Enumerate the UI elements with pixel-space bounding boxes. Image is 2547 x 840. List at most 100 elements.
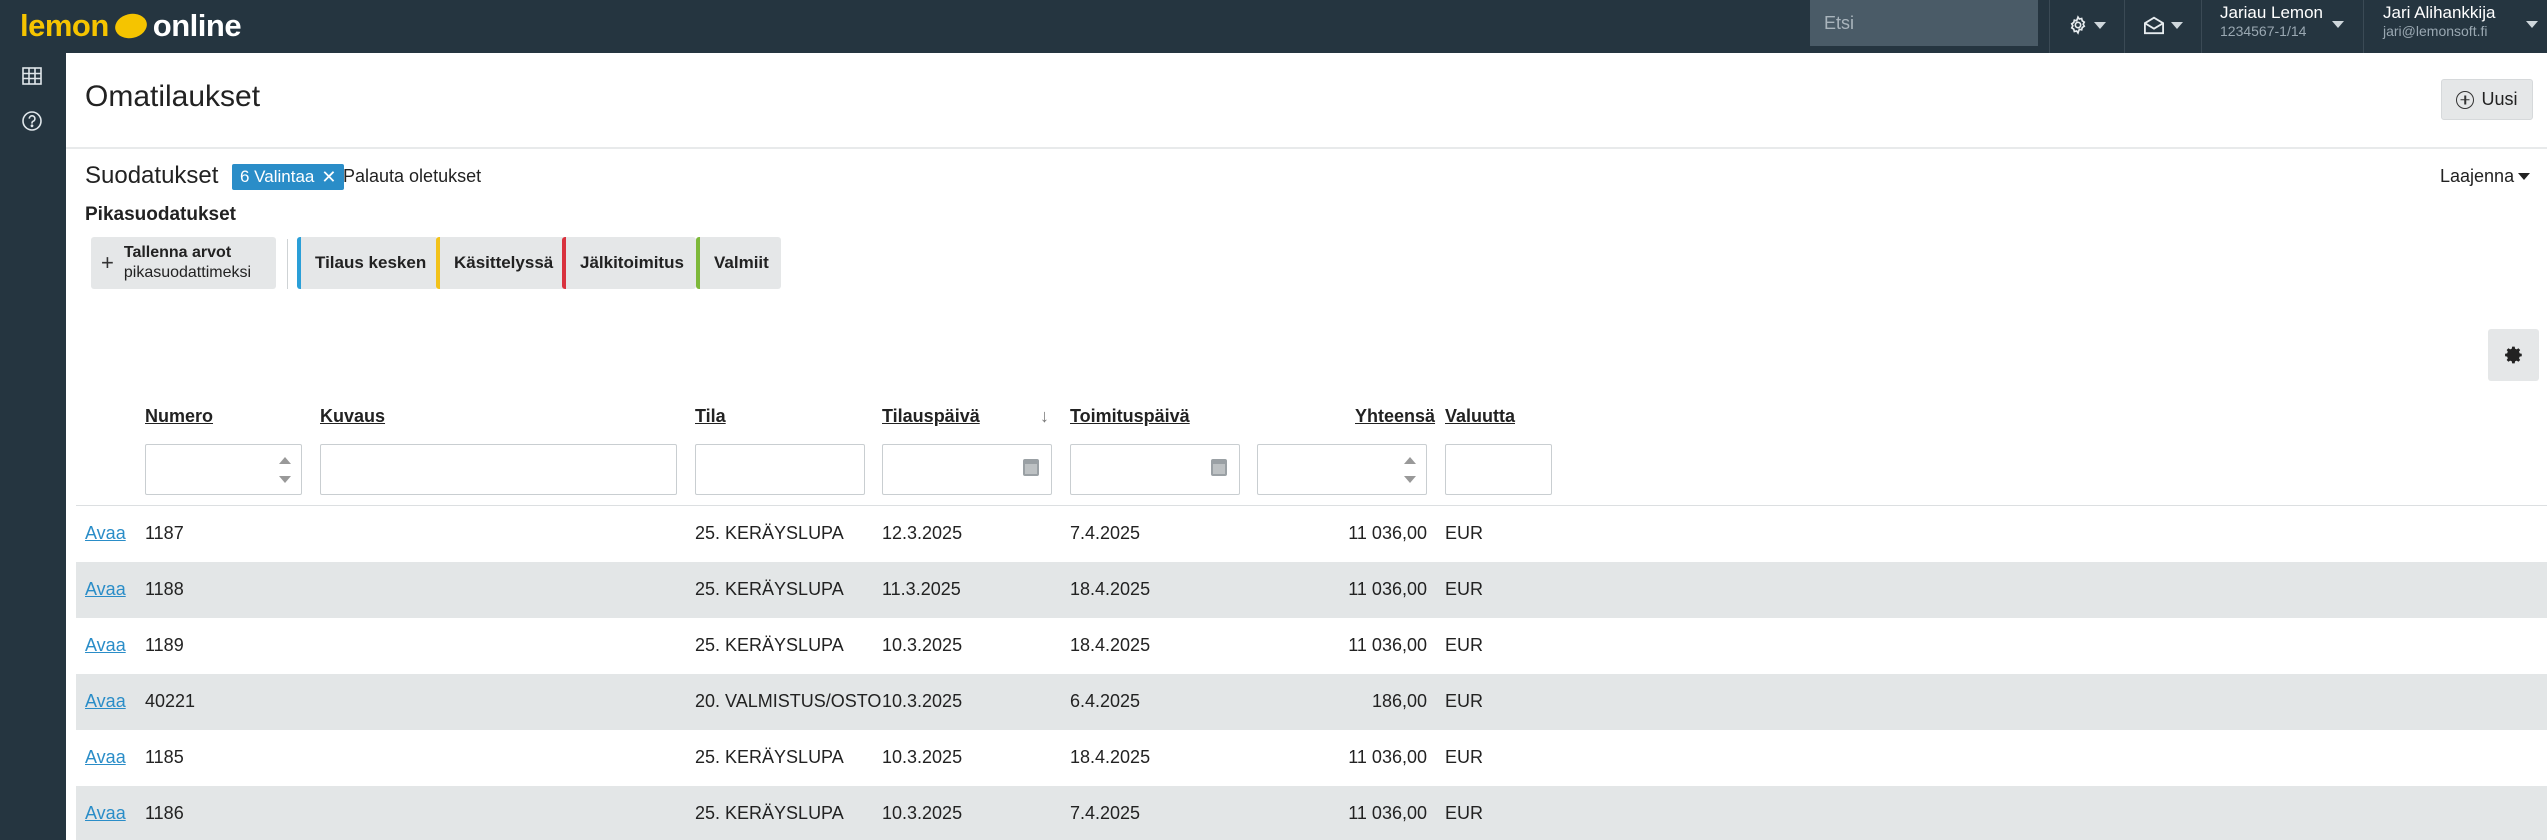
new-order-label: Uusi — [2481, 89, 2518, 109]
cell-tilauspaiva: 10.3.2025 — [882, 691, 963, 711]
save-quick-filter-button[interactable]: + Tallenna arvot pikasuodattimeksi — [91, 237, 276, 289]
top-bar: lemon online Jariau Lemon 1234567-1/14 J… — [0, 0, 2547, 53]
open-order-link[interactable]: Avaa — [85, 635, 126, 656]
envelope-icon — [2144, 16, 2164, 35]
cell-tilauspaiva: 12.3.2025 — [882, 523, 963, 543]
quick-filter-tilaus-kesken[interactable]: Tilaus kesken — [297, 237, 439, 289]
kuvaus-filter-input[interactable] — [320, 444, 677, 495]
open-order-link[interactable]: Avaa — [85, 803, 126, 824]
messages-menu-button[interactable] — [2143, 10, 2183, 40]
quick-filter-label: Valmiit — [714, 253, 769, 272]
cell-numero: 1189 — [145, 635, 184, 655]
topbar-divider — [2124, 0, 2125, 53]
number-stepper-icon[interactable] — [279, 455, 291, 485]
table-row: Avaa 1188 25. KERÄYSLUPA 11.3.2025 18.4.… — [76, 562, 2547, 618]
open-order-link[interactable]: Avaa — [85, 747, 126, 768]
page-title: Omatilaukset — [85, 80, 261, 113]
table-row: Avaa 1185 25. KERÄYSLUPA 10.3.2025 18.4.… — [76, 730, 2547, 786]
calendar-icon[interactable] — [1023, 459, 1039, 476]
table-settings-button[interactable] — [2488, 329, 2539, 381]
cell-tilauspaiva: 10.3.2025 — [882, 747, 963, 767]
company-switcher[interactable]: Jariau Lemon 1234567-1/14 — [2220, 2, 2323, 40]
cell-yhteensa: 11 036,00 — [1348, 635, 1427, 655]
cell-valuutta: EUR — [1445, 523, 1484, 543]
column-header-toimituspaiva[interactable]: Toimituspäivä — [1070, 406, 1190, 427]
cell-toimituspaiva: 18.4.2025 — [1070, 579, 1151, 599]
cell-toimituspaiva: 6.4.2025 — [1070, 691, 1141, 711]
chevron-down-icon[interactable] — [2332, 21, 2344, 28]
active-filters-count: 6 Valintaa — [240, 167, 315, 186]
close-icon[interactable]: ✕ — [321, 167, 336, 188]
cell-numero: 1187 — [145, 523, 184, 543]
valuutta-filter-input[interactable] — [1445, 444, 1552, 495]
gear-icon — [2504, 346, 2522, 364]
cell-yhteensa: 186,00 — [1371, 691, 1427, 711]
cell-valuutta: EUR — [1445, 635, 1484, 655]
cell-valuutta: EUR — [1445, 803, 1484, 823]
cell-valuutta: EUR — [1445, 691, 1484, 711]
cell-tila: 25. KERÄYSLUPA — [695, 635, 844, 655]
expand-filters-button[interactable]: Laajenna — [2440, 166, 2531, 187]
numero-filter-input[interactable] — [145, 444, 302, 495]
company-name: Jariau Lemon — [2220, 3, 2324, 22]
topbar-divider — [2363, 0, 2364, 53]
table-row: Avaa 1187 25. KERÄYSLUPA 12.3.2025 7.4.2… — [76, 506, 2547, 562]
column-header-yhteensa[interactable]: Yhteensä — [1355, 406, 1435, 427]
save-quick-filter-line2: pikasuodattimeksi — [123, 264, 252, 281]
cell-tilauspaiva: 10.3.2025 — [882, 803, 963, 823]
topbar-divider — [2049, 0, 2050, 53]
help-icon[interactable] — [21, 110, 43, 132]
chevron-down-icon[interactable] — [2526, 21, 2538, 28]
company-id: 1234567-1/14 — [2220, 23, 2307, 39]
cell-toimituspaiva: 7.4.2025 — [1070, 523, 1141, 543]
user-email: jari@lemonsoft.fi — [2383, 23, 2488, 39]
quick-filter-label: Tilaus kesken — [315, 253, 427, 272]
cell-toimituspaiva: 7.4.2025 — [1070, 803, 1141, 823]
plus-icon: + — [101, 250, 114, 275]
quick-filter-jalkitoimitus[interactable]: Jälkitoimitus — [562, 237, 696, 289]
reset-filters-link[interactable]: Palauta oletukset — [343, 166, 481, 187]
table-row: Avaa 40221 20. VALMISTUS/OSTO 10.3.2025 … — [76, 674, 2547, 730]
cell-tila: 25. KERÄYSLUPA — [695, 579, 844, 599]
lemon-logo-icon — [112, 10, 149, 42]
cell-yhteensa: 11 036,00 — [1348, 579, 1427, 599]
search-input[interactable] — [1810, 0, 2038, 46]
gear-icon — [2070, 15, 2086, 35]
quick-filter-kasittelyssa[interactable]: Käsittelyssä — [436, 237, 566, 289]
number-stepper-icon[interactable] — [1404, 455, 1416, 485]
column-header-numero[interactable]: Numero — [145, 406, 213, 427]
cell-numero: 1188 — [145, 579, 184, 599]
cell-tilauspaiva: 10.3.2025 — [882, 635, 963, 655]
grid-icon[interactable] — [21, 65, 43, 87]
cell-numero: 1185 — [145, 747, 184, 767]
topbar-divider — [2201, 0, 2202, 53]
active-filters-chip[interactable]: 6 Valintaa ✕ — [232, 164, 345, 190]
cell-numero: 1186 — [145, 803, 184, 823]
open-order-link[interactable]: Avaa — [85, 691, 126, 712]
open-order-link[interactable]: Avaa — [85, 523, 126, 544]
yhteensa-filter-input[interactable] — [1257, 444, 1427, 495]
quick-filter-valmiit[interactable]: Valmiit — [696, 237, 781, 289]
settings-menu-button[interactable] — [2068, 10, 2106, 40]
column-header-tila[interactable]: Tila — [695, 406, 726, 427]
cell-toimituspaiva: 18.4.2025 — [1070, 635, 1151, 655]
toimituspaiva-filter-input[interactable] — [1070, 444, 1240, 495]
lemon-online-logo[interactable]: lemon online — [20, 6, 242, 46]
column-header-kuvaus[interactable]: Kuvaus — [320, 406, 385, 427]
open-order-link[interactable]: Avaa — [85, 579, 126, 600]
table-row: Avaa 1189 25. KERÄYSLUPA 10.3.2025 18.4.… — [76, 618, 2547, 674]
quick-filters-title: Pikasuodatukset — [85, 204, 236, 225]
left-sidebar — [0, 53, 66, 840]
user-menu[interactable]: Jari Alihankkija jari@lemonsoft.fi — [2383, 2, 2495, 40]
column-header-tilauspaiva[interactable]: Tilauspäivä — [882, 406, 980, 427]
tilauspaiva-filter-input[interactable] — [882, 444, 1052, 495]
cell-tila: 25. KERÄYSLUPA — [695, 523, 844, 543]
calendar-icon[interactable] — [1211, 459, 1227, 476]
cell-tila: 20. VALMISTUS/OSTO — [695, 691, 882, 711]
column-header-valuutta[interactable]: Valuutta — [1445, 406, 1515, 427]
sort-descending-icon[interactable]: ↓ — [1040, 406, 1049, 427]
cell-tila: 25. KERÄYSLUPA — [695, 803, 844, 823]
tila-filter-input[interactable] — [695, 444, 865, 495]
save-quick-filter-line1: Tallenna arvot — [123, 244, 232, 261]
new-order-button[interactable]: Uusi — [2441, 79, 2533, 120]
